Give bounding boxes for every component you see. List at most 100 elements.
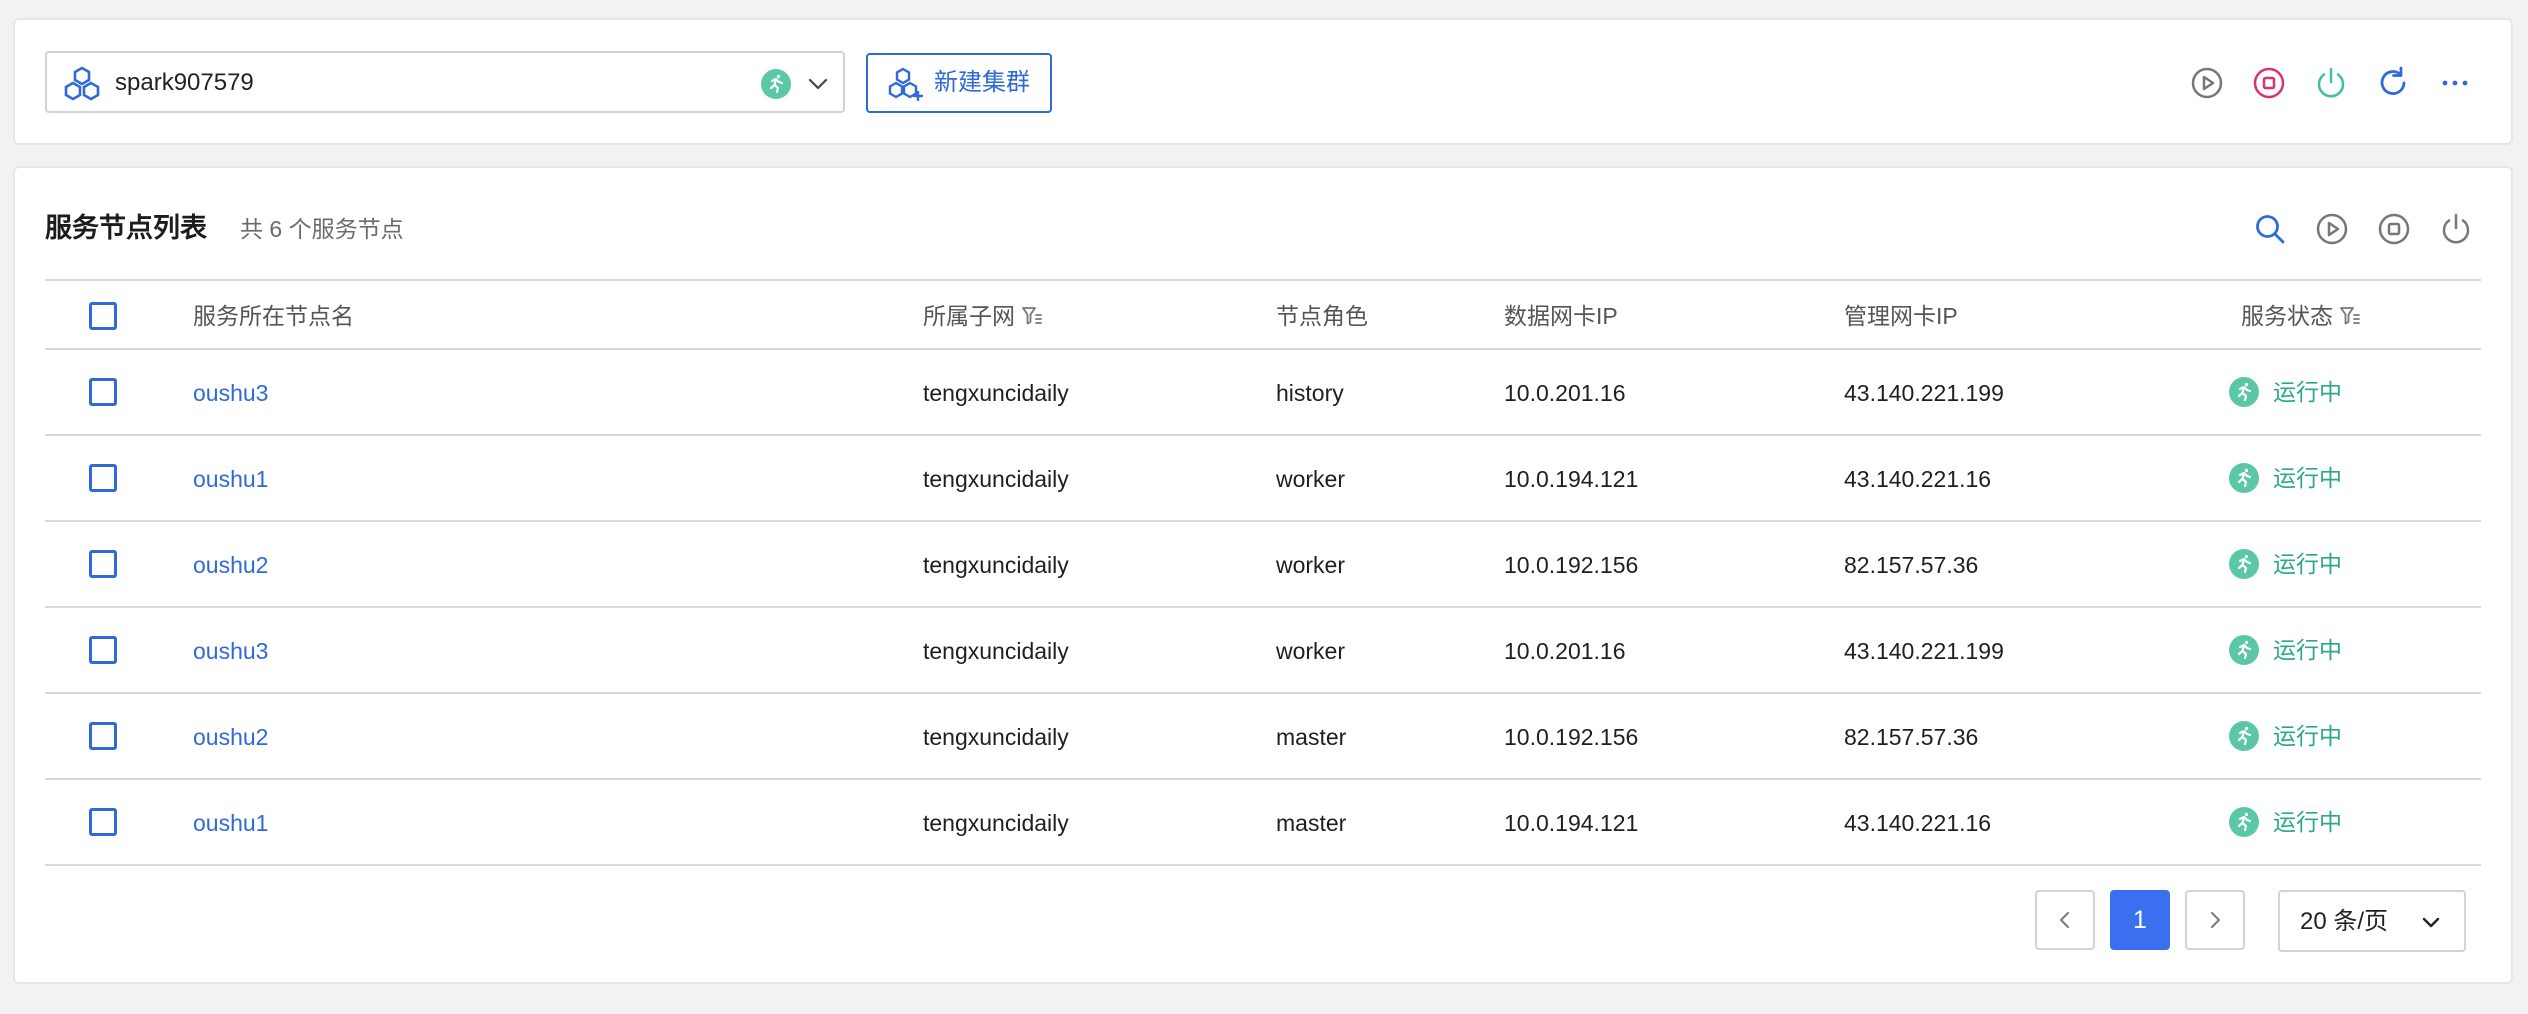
column-header-role: 节点角色	[1276, 302, 1368, 330]
node-name-link[interactable]: oushu2	[193, 723, 268, 751]
stop-icon	[2378, 213, 2410, 245]
row-checkbox[interactable]	[89, 378, 117, 406]
subnet-cell: tengxuncidaily	[923, 724, 1069, 750]
power-icon	[2317, 67, 2345, 98]
stop-cluster-button[interactable]	[2251, 65, 2287, 101]
node-name-link[interactable]: oushu1	[193, 809, 268, 837]
running-man-icon	[2229, 721, 2259, 751]
start-cluster-button[interactable]	[2189, 65, 2225, 101]
data-ip-cell: 10.0.201.16	[1504, 380, 1626, 406]
running-man-icon	[2229, 807, 2259, 837]
subnet-cell: tengxuncidaily	[923, 466, 1069, 492]
status-cell: 运行中	[2229, 549, 2342, 579]
status-cell: 运行中	[2229, 635, 2342, 665]
mgmt-ip-cell: 82.157.57.36	[1844, 724, 1979, 750]
chevron-down-icon[interactable]	[807, 73, 829, 95]
column-label: 节点角色	[1276, 303, 1368, 329]
table-row: oushu2 tengxuncidaily worker 10.0.192.15…	[45, 522, 2481, 608]
cluster-toolbar: spark907579 新建集群	[13, 18, 2513, 145]
stop-nodes-button[interactable]	[2376, 211, 2412, 247]
column-header-node: 服务所在节点名	[193, 302, 354, 330]
status-text: 运行中	[2273, 379, 2342, 405]
mgmt-ip-cell: 82.157.57.36	[1844, 552, 1979, 578]
subnet-cell: tengxuncidaily	[923, 638, 1069, 664]
new-cluster-label: 新建集群	[934, 69, 1030, 96]
row-checkbox[interactable]	[89, 550, 117, 578]
cluster-name: spark907579	[115, 69, 254, 96]
next-page-button[interactable]	[2185, 890, 2245, 950]
prev-page-button[interactable]	[2035, 890, 2095, 950]
running-man-icon	[761, 69, 791, 99]
search-icon	[2256, 215, 2285, 244]
table-row: oushu2 tengxuncidaily master 10.0.192.15…	[45, 694, 2481, 780]
table-body: oushu3 tengxuncidaily history 10.0.201.1…	[45, 350, 2481, 866]
column-label: 服务状态	[2241, 303, 2333, 329]
table-row: oushu1 tengxuncidaily master 10.0.194.12…	[45, 780, 2481, 866]
more-icon	[2442, 80, 2468, 86]
chevron-down-icon	[2422, 917, 2440, 928]
column-header-status: 服务状态	[2241, 302, 2361, 330]
status-cell: 运行中	[2229, 721, 2342, 751]
power-cluster-button[interactable]	[2313, 65, 2349, 101]
status-cell: 运行中	[2229, 377, 2342, 407]
row-checkbox[interactable]	[89, 808, 117, 836]
role-cell: worker	[1276, 552, 1346, 578]
running-man-icon	[2229, 463, 2259, 493]
page-number-button[interactable]: 1	[2110, 890, 2170, 950]
status-text: 运行中	[2273, 723, 2342, 749]
play-icon	[2191, 67, 2223, 99]
status-text: 运行中	[2273, 809, 2342, 835]
running-man-icon	[2229, 377, 2259, 407]
column-label: 数据网卡IP	[1504, 303, 1618, 329]
select-all-checkbox[interactable]	[89, 302, 117, 330]
mgmt-ip-cell: 43.140.221.16	[1844, 466, 1992, 492]
running-man-icon	[2229, 635, 2259, 665]
row-checkbox[interactable]	[89, 464, 117, 492]
role-cell: worker	[1276, 466, 1346, 492]
play-icon	[2316, 213, 2348, 245]
mgmt-ip-cell: 43.140.221.199	[1844, 380, 2004, 406]
row-checkbox[interactable]	[89, 636, 117, 664]
filter-icon[interactable]	[2339, 305, 2361, 327]
data-ip-cell: 10.0.201.16	[1504, 638, 1626, 664]
new-cluster-button[interactable]: 新建集群	[866, 53, 1052, 113]
start-nodes-button[interactable]	[2314, 211, 2350, 247]
table-row: oushu3 tengxuncidaily worker 10.0.201.16…	[45, 608, 2481, 694]
power-icon	[2442, 213, 2470, 244]
filter-icon[interactable]	[1021, 305, 1043, 327]
role-cell: master	[1276, 810, 1347, 836]
search-button[interactable]	[2252, 211, 2288, 247]
role-cell: history	[1276, 380, 1344, 406]
add-cluster-icon	[888, 67, 924, 101]
subnet-cell: tengxuncidaily	[923, 810, 1069, 836]
cluster-icon	[64, 66, 100, 101]
column-header-data-ip: 数据网卡IP	[1504, 302, 1618, 330]
cluster-select[interactable]: spark907579	[45, 51, 845, 113]
role-cell: master	[1276, 724, 1347, 750]
data-ip-cell: 10.0.192.156	[1504, 724, 1639, 750]
data-ip-cell: 10.0.194.121	[1504, 466, 1639, 492]
more-actions-button[interactable]	[2437, 65, 2473, 101]
service-node-table: 服务所在节点名 所属子网 节点角色 数据网卡IP 管理网卡IP 服务状态 ous…	[45, 279, 2481, 866]
section-title: 服务节点列表	[45, 213, 207, 243]
column-label: 所属子网	[923, 303, 1015, 329]
refresh-cluster-button[interactable]	[2375, 65, 2411, 101]
page-size-select[interactable]: 20 条/页	[2278, 890, 2466, 952]
service-node-panel: 服务节点列表 共 6 个服务节点 服务所在节点名 所属子网 节点角色 数据网卡I…	[13, 166, 2513, 984]
running-man-icon	[2229, 549, 2259, 579]
chevron-right-icon	[2211, 912, 2220, 928]
node-name-link[interactable]: oushu1	[193, 465, 268, 493]
status-cell: 运行中	[2229, 463, 2342, 493]
status-text: 运行中	[2273, 465, 2342, 491]
status-text: 运行中	[2273, 551, 2342, 577]
column-header-mgmt-ip: 管理网卡IP	[1844, 302, 1958, 330]
node-name-link[interactable]: oushu3	[193, 637, 268, 665]
column-label: 管理网卡IP	[1844, 303, 1958, 329]
row-checkbox[interactable]	[89, 722, 117, 750]
node-name-link[interactable]: oushu3	[193, 379, 268, 407]
node-name-link[interactable]: oushu2	[193, 551, 268, 579]
status-cell: 运行中	[2229, 807, 2342, 837]
chevron-left-icon	[2060, 912, 2069, 928]
power-nodes-button[interactable]	[2438, 211, 2474, 247]
table-row: oushu3 tengxuncidaily history 10.0.201.1…	[45, 350, 2481, 436]
